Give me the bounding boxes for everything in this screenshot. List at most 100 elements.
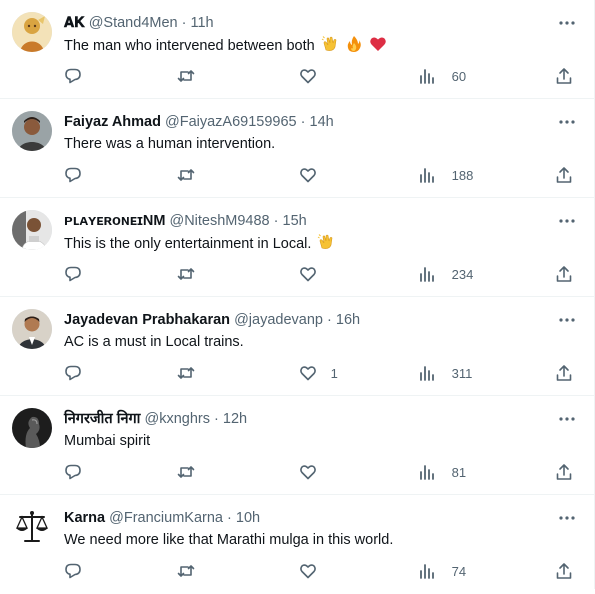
user-handle[interactable]: @kxnghrs — [144, 411, 210, 427]
timestamp[interactable]: 11h — [191, 15, 214, 31]
retweet-icon — [177, 70, 195, 82]
clapping-hands-icon — [318, 234, 333, 249]
views-button[interactable]: 188 — [418, 165, 473, 187]
more-options-icon[interactable] — [557, 510, 577, 526]
more-options-icon[interactable] — [557, 411, 577, 427]
share-icon — [556, 68, 572, 84]
timestamp[interactable]: 10h — [236, 510, 260, 526]
reply-button[interactable] — [64, 66, 92, 88]
like-button[interactable] — [299, 264, 327, 286]
views-button[interactable]: 311 — [418, 363, 472, 385]
display-name[interactable]: निगरजीत निगा — [64, 411, 140, 427]
timestamp[interactable]: 14h — [310, 114, 334, 130]
timestamp[interactable]: 15h — [283, 213, 307, 229]
retweet-button[interactable] — [177, 165, 195, 187]
timestamp[interactable]: 16h — [336, 312, 360, 328]
heart-icon — [300, 366, 316, 381]
share-button[interactable] — [555, 165, 573, 187]
views-chart-icon — [420, 168, 434, 183]
retweet-button[interactable] — [177, 66, 195, 88]
reply-icon — [65, 266, 81, 282]
separator-dot: · — [327, 312, 332, 328]
share-icon — [556, 167, 572, 183]
share-button[interactable] — [555, 264, 573, 286]
avatar[interactable] — [12, 111, 52, 151]
reply-text: The man who intervened between both — [64, 35, 575, 56]
heart-icon — [300, 267, 316, 282]
man-suit-avatar-icon — [12, 309, 52, 349]
reply-text-content: Mumbai spirit — [64, 433, 151, 449]
reply-button[interactable] — [64, 561, 82, 583]
display-name[interactable]: Karna — [64, 510, 105, 526]
reply-text-content: This is the only entertainment in Local. — [64, 236, 312, 252]
more-options-icon[interactable] — [557, 15, 577, 31]
retweet-icon — [177, 466, 195, 478]
reply-button[interactable] — [64, 462, 82, 484]
action-bar: 60 — [64, 66, 583, 88]
display-name[interactable]: Jayadevan Prabhakaran — [64, 312, 230, 328]
separator-dot: · — [214, 411, 219, 427]
avatar[interactable] — [12, 210, 52, 250]
avatar[interactable] — [12, 309, 52, 349]
reply-item[interactable]: 𝐀𝐊 @Stand4Men · 11h The man who interven… — [0, 0, 595, 99]
more-options-icon[interactable] — [557, 114, 577, 130]
heart-icon — [300, 69, 316, 84]
avatar[interactable] — [12, 408, 52, 448]
scales-of-justice-icon — [12, 507, 52, 547]
display-name[interactable]: ᴘʟᴀʏᴇʀᴏɴᴇɪNM — [64, 213, 165, 229]
more-options-icon[interactable] — [557, 213, 577, 229]
like-button[interactable] — [299, 462, 327, 484]
like-button[interactable] — [299, 66, 327, 88]
reply-item[interactable]: निगरजीत निगा @kxnghrs · 12h Mumbai spiri… — [0, 396, 595, 495]
views-button[interactable]: 60 — [418, 66, 466, 88]
retweet-button[interactable] — [177, 462, 195, 484]
silhouette-avatar-icon — [12, 408, 52, 448]
hanuman-avatar-icon — [12, 12, 52, 52]
reply-header: ᴘʟᴀʏᴇʀᴏɴᴇɪNM @NiteshM9488 · 15h — [64, 211, 555, 231]
retweet-button[interactable] — [177, 363, 195, 385]
man-avatar-icon — [12, 111, 52, 151]
retweet-button[interactable] — [177, 561, 195, 583]
display-name[interactable]: Faiyaz Ahmad — [64, 114, 161, 130]
user-handle[interactable]: @FaiyazA69159965 — [165, 114, 297, 130]
views-button[interactable]: 81 — [418, 462, 466, 484]
timestamp[interactable]: 12h — [223, 411, 247, 427]
reply-text: We need more like that Marathi mulga in … — [64, 530, 575, 550]
reply-item[interactable]: Karna @FranciumKarna · 10h We need more … — [0, 495, 595, 594]
share-button[interactable] — [555, 462, 573, 484]
user-handle[interactable]: @FranciumKarna — [109, 510, 223, 526]
share-icon — [556, 464, 572, 480]
more-options-icon[interactable] — [557, 312, 577, 328]
like-button[interactable] — [299, 165, 327, 187]
user-handle[interactable]: @jayadevanp — [234, 312, 323, 328]
reply-item[interactable]: ᴘʟᴀʏᴇʀᴏɴᴇɪNM @NiteshM9488 · 15h This is … — [0, 198, 595, 297]
share-button[interactable] — [555, 66, 573, 88]
reply-button[interactable] — [64, 165, 82, 187]
fire-icon — [347, 36, 361, 52]
reply-item[interactable]: Faiyaz Ahmad @FaiyazA69159965 · 14h Ther… — [0, 99, 595, 198]
like-button[interactable] — [299, 561, 327, 583]
reply-text: AC is a must in Local trains. — [64, 332, 575, 352]
user-handle[interactable]: @Stand4Men — [89, 15, 178, 31]
retweet-icon — [177, 367, 195, 379]
avatar[interactable] — [12, 507, 52, 547]
red-heart-icon — [370, 37, 386, 51]
retweet-icon — [177, 169, 195, 181]
like-button[interactable]: 1 — [299, 363, 338, 385]
reply-icon — [65, 464, 81, 480]
share-button[interactable] — [555, 561, 573, 583]
view-count: 60 — [451, 69, 467, 84]
avatar[interactable] — [12, 12, 52, 52]
view-count: 188 — [451, 168, 474, 183]
user-handle[interactable]: @NiteshM9488 — [169, 213, 269, 229]
views-button[interactable]: 234 — [418, 264, 473, 286]
reply-item[interactable]: Jayadevan Prabhakaran @jayadevanp · 16h … — [0, 297, 595, 396]
reply-button[interactable] — [64, 264, 82, 286]
share-button[interactable] — [555, 363, 573, 385]
retweet-button[interactable] — [177, 264, 195, 286]
display-name[interactable]: 𝐀𝐊 — [64, 15, 85, 31]
views-button[interactable]: 74 — [418, 561, 466, 583]
reply-button[interactable] — [64, 363, 82, 385]
heart-icon — [300, 465, 316, 480]
separator-dot: · — [227, 510, 232, 526]
